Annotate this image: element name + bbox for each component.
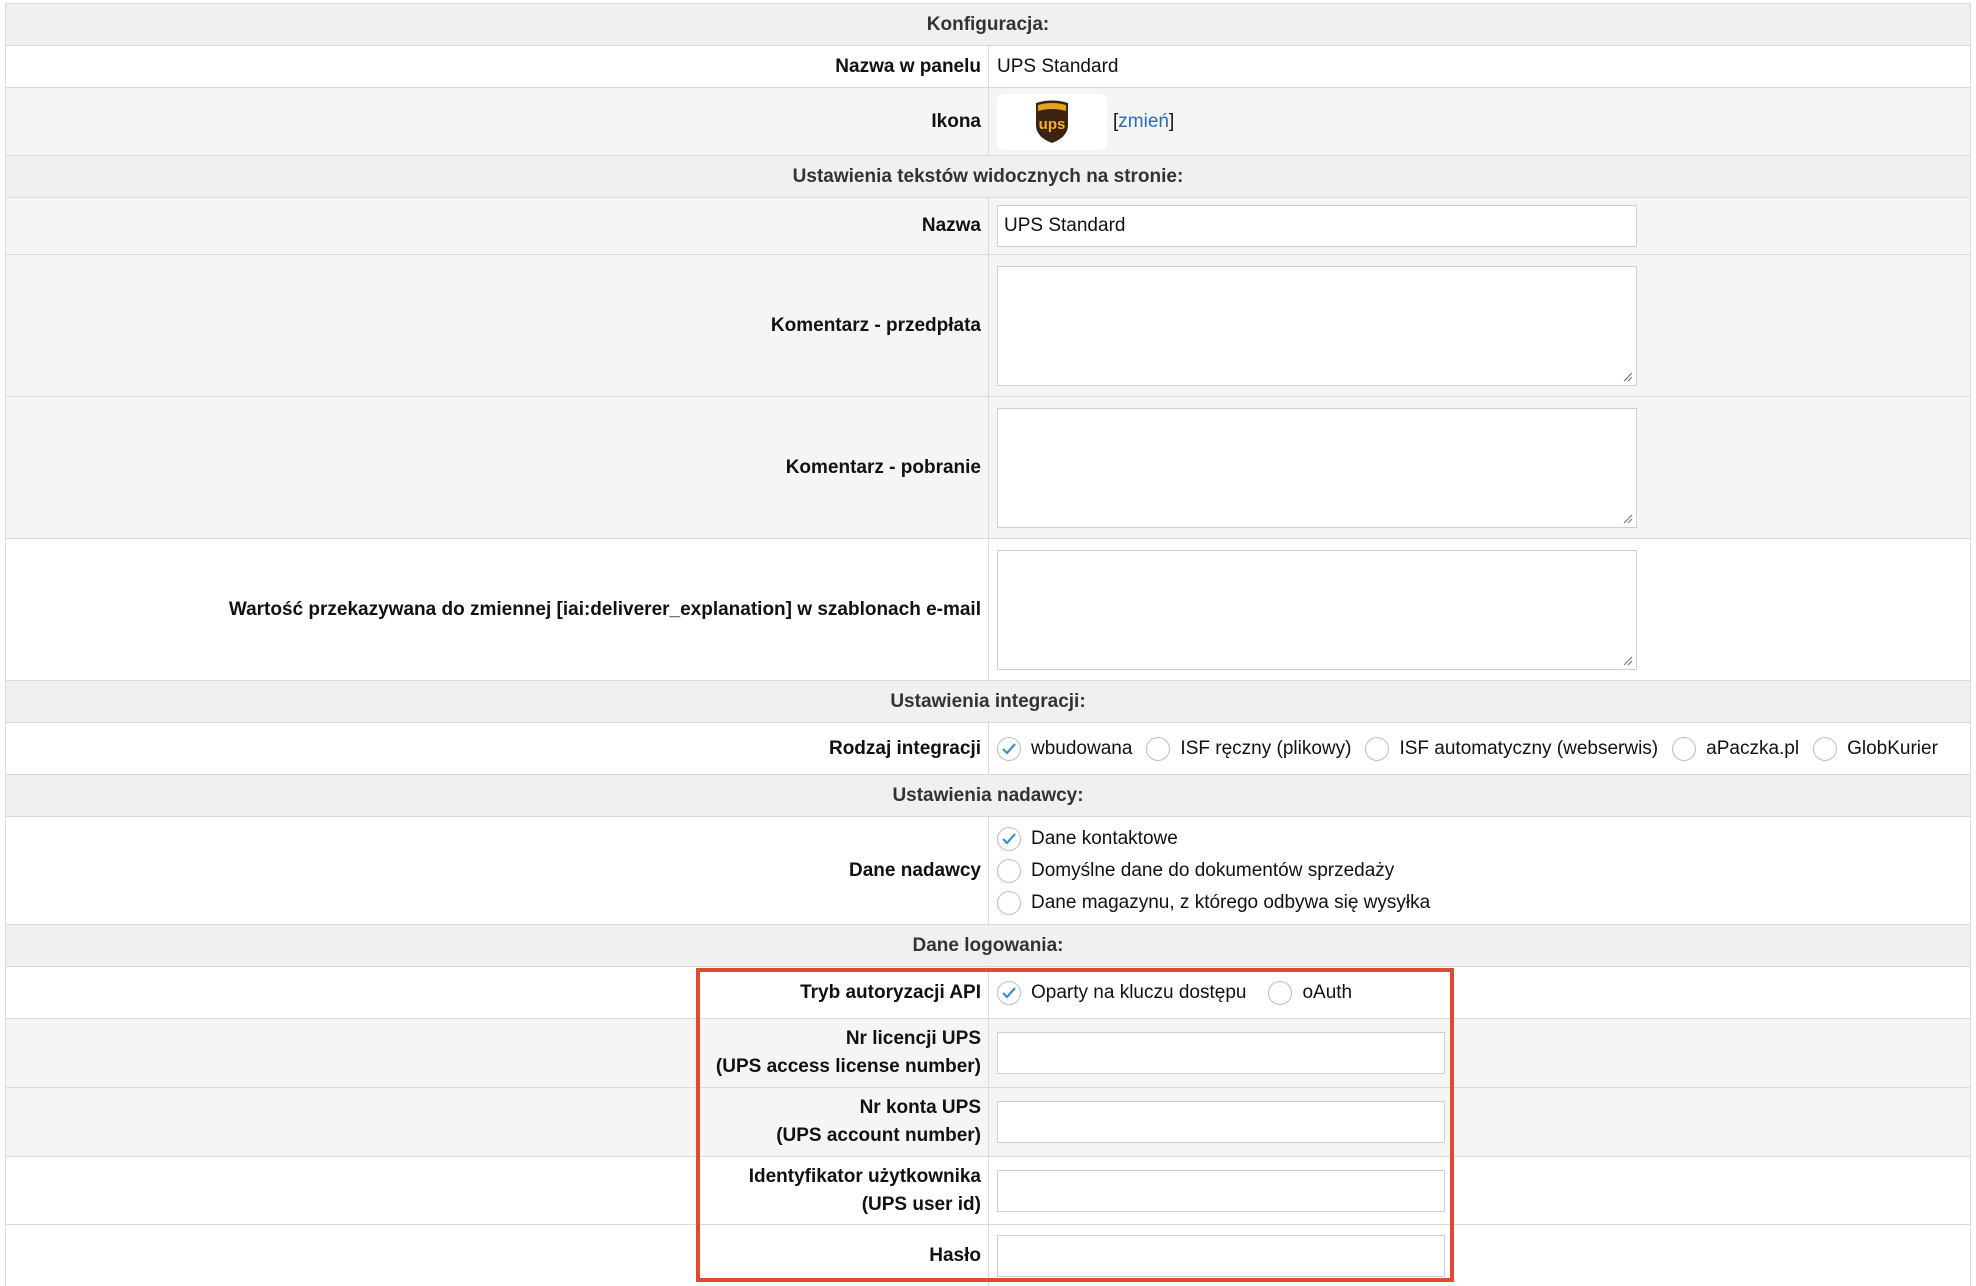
name-label: Nazwa (6, 198, 989, 254)
radio-checked-icon[interactable] (997, 736, 1021, 761)
sender-data-label: Dane nadawcy (6, 817, 989, 924)
radio-icon[interactable] (997, 890, 1021, 915)
name-input[interactable] (997, 205, 1637, 247)
license-label-line1: Nr licencji UPS (845, 1028, 981, 1049)
integration-option[interactable]: aPaczka.pl (1672, 736, 1800, 761)
section-title: Ustawienia integracji: (890, 690, 1086, 712)
panel-name-value: UPS Standard (997, 55, 1119, 77)
section-header-integration: Ustawienia integracji: (5, 680, 1971, 722)
auth-option[interactable]: oAuth (1268, 980, 1353, 1005)
radio-icon[interactable] (1146, 736, 1171, 761)
account-label-line2: (UPS account number) (776, 1125, 981, 1146)
icon-label: Ikona (6, 88, 989, 155)
sender-option[interactable]: Domyślne dane do dokumentów sprzedaży (997, 855, 1394, 887)
row-comment-cod: Komentarz - pobranie (5, 396, 1971, 538)
row-panel-name: Nazwa w panelu UPS Standard (5, 45, 1971, 87)
sender-radio-group: Dane kontaktowe Domyślne dane do dokumen… (989, 817, 1970, 924)
sender-option[interactable]: Dane kontaktowe (997, 823, 1178, 855)
integration-option[interactable]: ISF ręczny (plikowy) (1146, 736, 1352, 761)
license-number-input[interactable] (997, 1032, 1445, 1074)
auth-option[interactable]: Oparty na kluczu dostępu (997, 980, 1247, 1005)
section-header-config: Konfiguracja: (5, 3, 1971, 45)
section-title: Ustawienia tekstów widocznych na stronie… (792, 165, 1184, 187)
section-title: Dane logowania: (912, 934, 1064, 956)
radio-icon[interactable] (1813, 736, 1838, 761)
integration-option-label: ISF automatyczny (webserwis) (1399, 737, 1659, 759)
row-integration-type: Rodzaj integracji wbudowana ISF ręczny (… (5, 722, 1971, 774)
password-input[interactable] (997, 1234, 1445, 1277)
sender-option-label: Dane magazynu, z którego odbywa się wysy… (1031, 891, 1431, 913)
ups-logo-icon: ups (997, 93, 1107, 150)
auth-radio-group: Oparty na kluczu dostępu oAuth (989, 967, 1970, 1018)
ups-logo-text: ups (1039, 116, 1066, 133)
radio-icon[interactable] (997, 858, 1021, 883)
user-id-label-line1: Identyfikator użytkownika (748, 1165, 981, 1187)
panel-name-label: Nazwa w panelu (6, 46, 989, 87)
comment-cod-textarea[interactable] (997, 407, 1637, 528)
sender-option-label: Domyślne dane do dokumentów sprzedaży (1031, 859, 1395, 881)
user-id-label-line2: (UPS user id) (861, 1193, 981, 1215)
comment-prepaid-label: Komentarz - przedpłata (6, 255, 989, 396)
resize-grip-icon[interactable] (1621, 654, 1633, 666)
user-id-input[interactable] (997, 1169, 1445, 1212)
row-sender-data: Dane nadawcy Dane kontaktowe Domyślne da… (5, 816, 1971, 924)
account-number-input[interactable] (997, 1101, 1445, 1143)
email-var-label: Wartość przekazywana do zmiennej [iai:de… (6, 539, 989, 680)
section-title: Ustawienia nadawcy: (892, 784, 1084, 806)
auth-option-label: oAuth (1302, 981, 1353, 1003)
password-label: Hasło (6, 1225, 989, 1286)
comment-prepaid-textarea[interactable] (997, 265, 1637, 386)
row-name: Nazwa (5, 197, 1971, 254)
email-var-textarea[interactable] (997, 549, 1637, 670)
radio-icon[interactable] (1672, 736, 1697, 761)
integration-option-label: wbudowana (1031, 737, 1133, 759)
section-header-texts: Ustawienia tekstów widocznych na stronie… (5, 155, 1971, 197)
account-label-line1: Nr konta UPS (859, 1097, 981, 1118)
resize-grip-icon[interactable] (1621, 370, 1633, 382)
radio-checked-icon[interactable] (997, 980, 1021, 1005)
integration-radio-group: wbudowana ISF ręczny (plikowy) ISF autom… (989, 723, 1970, 774)
integration-option-label: ISF ręczny (plikowy) (1180, 737, 1352, 759)
section-title: Konfiguracja: (926, 13, 1050, 35)
radio-icon[interactable] (1268, 980, 1293, 1005)
radio-checked-icon[interactable] (997, 826, 1021, 851)
integration-type-label: Rodzaj integracji (6, 723, 989, 774)
row-comment-prepaid: Komentarz - przedpłata (5, 254, 1971, 396)
integration-option-label: GlobKurier (1847, 737, 1938, 759)
sender-option-label: Dane kontaktowe (1031, 827, 1178, 849)
integration-option[interactable]: ISF automatyczny (webserwis) (1365, 736, 1659, 761)
row-account: Nr konta UPS (UPS account number) (5, 1087, 1971, 1156)
bracket-close: ] (1168, 110, 1175, 132)
license-label: Nr licencji UPS (UPS access license numb… (6, 1019, 989, 1087)
row-user-id: Identyfikator użytkownika (UPS user id) (5, 1156, 1971, 1224)
section-header-sender: Ustawienia nadawcy: (5, 774, 1971, 816)
row-license: Nr licencji UPS (UPS access license numb… (5, 1018, 1971, 1087)
comment-cod-label: Komentarz - pobranie (6, 397, 989, 538)
auth-option-label: Oparty na kluczu dostępu (1031, 981, 1247, 1003)
settings-form: Konfiguracja: Nazwa w panelu UPS Standar… (5, 3, 1971, 1286)
resize-grip-icon[interactable] (1621, 512, 1633, 524)
integration-option-label: aPaczka.pl (1706, 737, 1800, 759)
license-label-line2: (UPS access license number) (715, 1056, 981, 1077)
integration-option[interactable]: GlobKurier (1813, 736, 1938, 761)
change-icon-link[interactable]: zmień (1118, 111, 1169, 133)
integration-option[interactable]: wbudowana (997, 736, 1133, 761)
row-auth-mode: Tryb autoryzacji API Oparty na kluczu do… (5, 966, 1971, 1018)
user-id-label: Identyfikator użytkownika (UPS user id) (6, 1157, 989, 1224)
radio-icon[interactable] (1365, 736, 1390, 761)
row-icon: Ikona ups [zmień] (5, 87, 1971, 155)
sender-option[interactable]: Dane magazynu, z którego odbywa się wysy… (997, 887, 1430, 919)
row-email-var: Wartość przekazywana do zmiennej [iai:de… (5, 538, 1971, 680)
account-label: Nr konta UPS (UPS account number) (6, 1088, 989, 1156)
row-password: Hasło (5, 1224, 1971, 1286)
section-header-login: Dane logowania: (5, 924, 1971, 966)
auth-mode-label: Tryb autoryzacji API (6, 967, 989, 1018)
